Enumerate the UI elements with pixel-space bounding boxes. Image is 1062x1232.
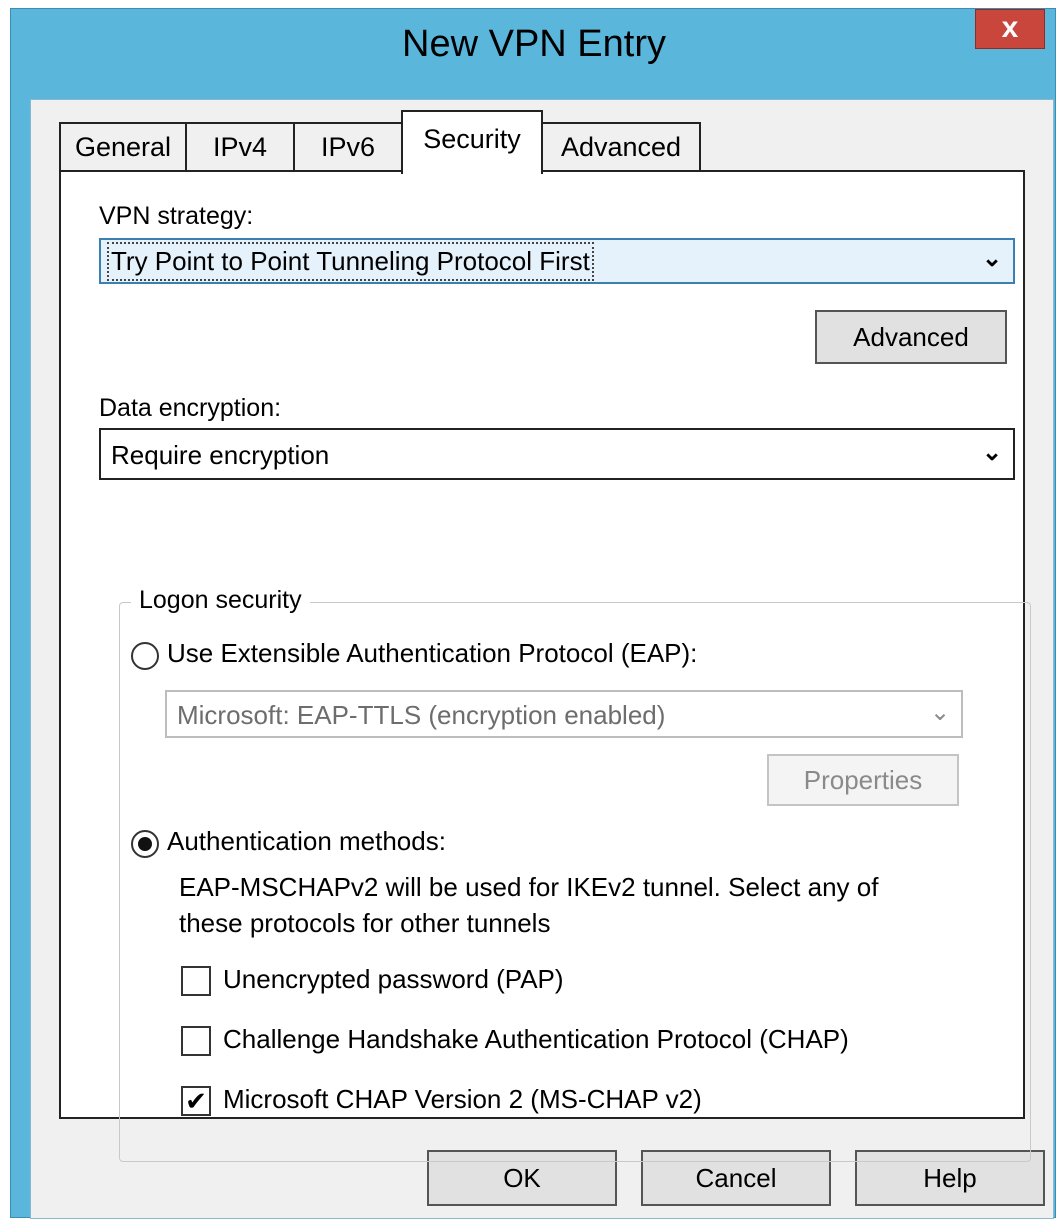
mschapv2-checkbox[interactable]: ✔ xyxy=(181,1086,211,1116)
data-encryption-value: Require encryption xyxy=(111,440,330,470)
vpn-strategy-select[interactable]: Try Point to Point Tunneling Protocol Fi… xyxy=(99,238,1015,284)
tab-ipv4[interactable]: IPv4 xyxy=(185,122,295,170)
eap-radio[interactable] xyxy=(131,642,159,670)
pap-checkbox[interactable] xyxy=(181,966,211,996)
auth-note-line1: EAP-MSCHAPv2 will be used for IKEv2 tunn… xyxy=(179,872,879,902)
checkmark-icon: ✔ xyxy=(185,1086,207,1116)
mschapv2-label[interactable]: Microsoft CHAP Version 2 (MS-CHAP v2) xyxy=(223,1084,702,1115)
tab-general[interactable]: General xyxy=(59,122,187,170)
advanced-button[interactable]: Advanced xyxy=(815,310,1007,364)
dialog-window: New VPN Entry x General IPv4 IPv6 Securi… xyxy=(10,8,1056,1219)
chevron-down-icon: ⌄ xyxy=(929,699,951,726)
chevron-down-icon: ⌄ xyxy=(981,245,1003,272)
auth-methods-radio[interactable] xyxy=(131,830,159,858)
chap-checkbox[interactable] xyxy=(181,1026,211,1056)
eap-method-select[interactable]: Microsoft: EAP-TTLS (encryption enabled)… xyxy=(165,690,963,738)
auth-methods-radio-label[interactable]: Authentication methods: xyxy=(167,826,446,857)
eap-method-value: Microsoft: EAP-TTLS (encryption enabled) xyxy=(177,700,666,730)
vpn-strategy-label: VPN strategy: xyxy=(99,202,254,230)
window-title: New VPN Entry xyxy=(402,23,666,65)
eap-radio-label[interactable]: Use Extensible Authentication Protocol (… xyxy=(167,638,697,669)
data-encryption-select[interactable]: Require encryption ⌄ xyxy=(99,428,1015,480)
tab-security[interactable]: Security xyxy=(401,110,543,174)
tab-ipv6[interactable]: IPv6 xyxy=(293,122,403,170)
data-encryption-label: Data encryption: xyxy=(99,394,282,422)
logon-security-label: Logon security xyxy=(131,586,310,615)
dialog-client-area: General IPv4 IPv6 Security Advanced VPN … xyxy=(30,99,1054,1219)
security-tab-page: VPN strategy: Try Point to Point Tunneli… xyxy=(59,170,1031,1162)
properties-button[interactable]: Properties xyxy=(767,754,959,806)
close-icon: x xyxy=(1001,11,1019,44)
close-button[interactable]: x xyxy=(975,9,1045,49)
pap-label[interactable]: Unencrypted password (PAP) xyxy=(223,964,564,995)
vpn-strategy-value: Try Point to Point Tunneling Protocol Fi… xyxy=(107,242,594,281)
tab-advanced[interactable]: Advanced xyxy=(541,122,701,170)
auth-note-line2: these protocols for other tunnels xyxy=(179,908,551,938)
chap-label[interactable]: Challenge Handshake Authentication Proto… xyxy=(223,1024,849,1055)
chevron-down-icon: ⌄ xyxy=(981,439,1003,466)
radio-selected-dot xyxy=(138,837,152,851)
